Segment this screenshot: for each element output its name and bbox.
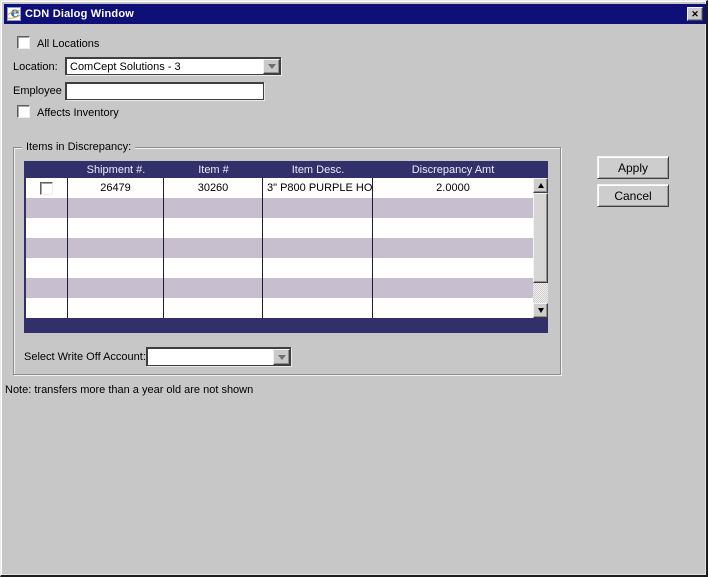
column-header-shipment: Shipment #.: [68, 164, 164, 176]
scrollbar-track[interactable]: [533, 283, 548, 303]
group-title: Items in Discrepancy:: [22, 141, 135, 153]
location-combobox[interactable]: ComCept Solutions - 3: [65, 57, 281, 75]
table-row-empty: [26, 238, 533, 258]
app-icon: e: [7, 7, 21, 21]
table-row[interactable]: 26479 30260 3" P800 PURPLE HO 2.0000: [26, 178, 533, 198]
employee-label: Employee: [13, 85, 62, 97]
write-off-value: [148, 349, 273, 365]
discrepancy-grid: Shipment #. Item # Item Desc. Discrepanc…: [24, 161, 548, 333]
column-header-desc: Item Desc.: [263, 164, 373, 176]
write-off-combobox[interactable]: [146, 347, 291, 366]
vertical-scrollbar[interactable]: [533, 178, 548, 318]
cell-desc: 3" P800 PURPLE HO: [263, 178, 373, 198]
cell-shipment: 26479: [68, 178, 164, 198]
column-header-item: Item #: [164, 164, 263, 176]
note-text: Note: transfers more than a year old are…: [5, 384, 253, 396]
cell-amount: 2.0000: [373, 178, 533, 198]
all-locations-label: All Locations: [37, 38, 99, 50]
grid-footer: [24, 318, 548, 333]
all-locations-checkbox[interactable]: [17, 36, 30, 49]
grid-header-row: Shipment #. Item # Item Desc. Discrepanc…: [26, 161, 533, 178]
scroll-down-icon[interactable]: [533, 303, 548, 318]
location-dropdown-button[interactable]: [263, 59, 280, 74]
column-header-amount: Discrepancy Amt: [373, 164, 533, 176]
grid-body: 26479 30260 3" P800 PURPLE HO 2.0000: [26, 178, 533, 318]
scrollbar-thumb[interactable]: [533, 193, 548, 283]
chevron-down-icon: [278, 355, 286, 360]
table-row-empty: [26, 278, 533, 298]
affects-inventory-checkbox[interactable]: [17, 105, 30, 118]
title-bar[interactable]: e CDN Dialog Window ✕: [4, 4, 706, 24]
write-off-dropdown-button[interactable]: [273, 349, 290, 365]
close-icon[interactable]: ✕: [687, 7, 703, 21]
table-row-empty: [26, 298, 533, 318]
row-checkbox[interactable]: [40, 182, 53, 195]
table-row-empty: [26, 218, 533, 238]
cell-item: 30260: [164, 178, 263, 198]
write-off-label: Select Write Off Account:: [24, 351, 146, 363]
scroll-up-icon[interactable]: [533, 178, 548, 193]
chevron-down-icon: [268, 64, 276, 69]
cancel-button[interactable]: Cancel: [597, 184, 669, 207]
affects-inventory-label: Affects Inventory: [37, 107, 119, 119]
dialog-window: e CDN Dialog Window ✕ All Locations Loca…: [0, 0, 708, 577]
items-in-discrepancy-group: Items in Discrepancy: Shipment #. Item #…: [13, 147, 561, 375]
window-title: CDN Dialog Window: [25, 8, 687, 20]
location-value: ComCept Solutions - 3: [67, 59, 263, 74]
location-label: Location:: [13, 61, 58, 73]
employee-input[interactable]: [65, 82, 264, 100]
table-row-empty: [26, 258, 533, 278]
apply-button[interactable]: Apply: [597, 156, 669, 179]
table-row-empty: [26, 198, 533, 218]
